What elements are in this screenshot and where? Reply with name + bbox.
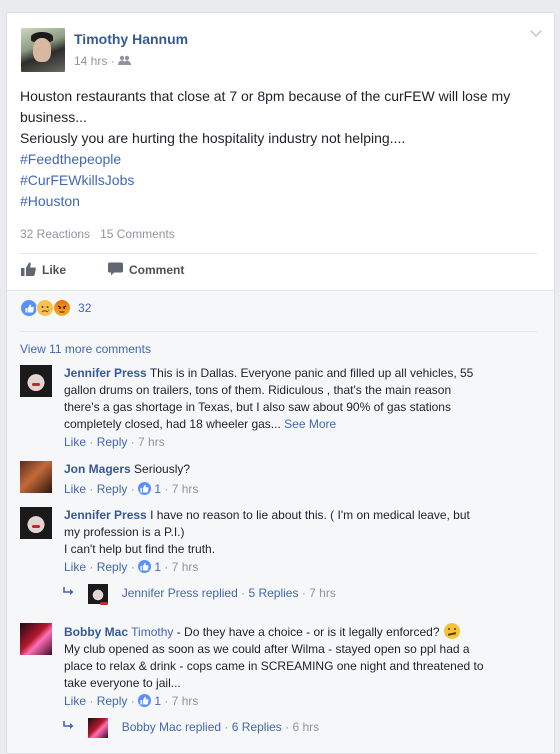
view-replies-link[interactable]: 5 Replies (248, 586, 298, 600)
reactions-summary[interactable]: 32 (20, 299, 91, 317)
avatar[interactable] (20, 365, 52, 397)
hashtag-link[interactable]: #Houston (20, 191, 545, 212)
avatar (88, 718, 109, 738)
comment-like-button[interactable]: Like (64, 482, 86, 496)
comment: Bobby Mac Timothy - Do they have a choic… (20, 623, 540, 713)
reply-arrow-icon (63, 720, 75, 734)
comment-body: Jon Magers Seriously? Like · Reply · 1 ·… (64, 462, 199, 496)
comment-like-button[interactable]: Like (64, 560, 86, 574)
comment-author[interactable]: Jennifer Press (64, 366, 147, 380)
friends-icon[interactable] (118, 54, 132, 68)
comment-author[interactable]: Jennifer Press (64, 508, 147, 522)
avatar[interactable] (20, 507, 52, 539)
comment-button[interactable]: Comment (108, 262, 184, 279)
comment-timestamp[interactable]: 7 hrs (138, 435, 165, 449)
like-count-icon (138, 694, 152, 707)
comment-timestamp[interactable]: 7 hrs (172, 694, 199, 708)
comment-timestamp[interactable]: 7 hrs (172, 482, 199, 496)
comment-reply-button[interactable]: Reply (97, 435, 128, 449)
like-count-icon (138, 482, 152, 495)
comment: Jon Magers Seriously? Like · Reply · 1 ·… (20, 461, 540, 501)
avatar[interactable] (20, 461, 52, 493)
avatar[interactable] (20, 623, 52, 655)
comment-author[interactable]: Jon Magers (64, 462, 131, 476)
comment-like-count[interactable]: 1 (154, 694, 161, 708)
replies-timestamp: 6 hrs (292, 720, 320, 735)
comment-reply-button[interactable]: Reply (97, 482, 128, 496)
comment-like-count[interactable]: 1 (154, 560, 161, 574)
comment-body: Jennifer Press This is in Dallas. Everyo… (64, 366, 474, 449)
replies-row[interactable]: Bobby Mac replied · 6 Replies · 6 hrs (63, 718, 319, 738)
replies-row[interactable]: Jennifer Press replied · 5 Replies · 7 h… (63, 584, 336, 605)
view-replies-link[interactable]: 6 Replies (232, 720, 282, 734)
comment-reply-button[interactable]: Reply (97, 560, 128, 574)
comment-like-count[interactable]: 1 (154, 482, 161, 496)
reactions-total[interactable]: 32 (78, 301, 91, 315)
replies-timestamp: 7 hrs (309, 586, 336, 601)
divider (20, 253, 537, 254)
chevron-down-icon[interactable] (530, 25, 542, 37)
comment-timestamp[interactable]: 7 hrs (172, 560, 199, 574)
post-text: Houston restaurants that close at 7 or 8… (20, 86, 545, 212)
replied-label[interactable]: Jennifer Press replied (122, 586, 238, 600)
divider (20, 331, 537, 332)
comments-count[interactable]: 15 Comments (100, 227, 175, 241)
hashtag-link[interactable]: #CurFEWkillsJobs (20, 170, 545, 191)
thumbs-up-icon (21, 262, 36, 279)
post-card: Timothy Hannum 14 hrs · Houston restaura… (6, 12, 555, 754)
comment-reply-button[interactable]: Reply (97, 694, 128, 708)
comment-like-button[interactable]: Like (64, 435, 86, 449)
avatar (88, 584, 109, 605)
comment-body: Jennifer Press I have no reason to lie a… (64, 508, 470, 574)
view-more-comments-link[interactable]: View 11 more comments (20, 342, 151, 356)
like-button[interactable]: Like (21, 262, 66, 279)
comment: Jennifer Press This is in Dallas. Everyo… (20, 365, 540, 455)
like-count-icon (138, 560, 152, 573)
sad-reaction-icon (36, 299, 55, 317)
comment-icon (108, 262, 123, 279)
hashtag-link[interactable]: #Feedthepeople (20, 149, 545, 170)
confused-emoji-icon (443, 623, 460, 639)
comment-body: Bobby Mac Timothy - Do they have a choic… (64, 623, 484, 708)
post-author-name[interactable]: Timothy Hannum (74, 31, 188, 47)
see-more-link[interactable]: See More (284, 417, 336, 431)
comment: Jennifer Press I have no reason to lie a… (20, 507, 540, 577)
angry-reaction-icon (52, 299, 71, 317)
replied-label[interactable]: Bobby Mac replied (122, 720, 221, 734)
mention-link[interactable]: Timothy (131, 625, 173, 639)
comment-author[interactable]: Bobby Mac (64, 625, 128, 639)
comment-like-button[interactable]: Like (64, 694, 86, 708)
reactions-count[interactable]: 32 Reactions (20, 227, 90, 241)
author-avatar[interactable] (21, 28, 65, 72)
post-counts: 32 Reactions 15 Comments (20, 227, 175, 241)
reply-arrow-icon (63, 586, 75, 600)
like-reaction-icon (20, 299, 38, 317)
post-meta: 14 hrs · (74, 54, 132, 68)
post-timestamp[interactable]: 14 hrs (74, 54, 107, 68)
